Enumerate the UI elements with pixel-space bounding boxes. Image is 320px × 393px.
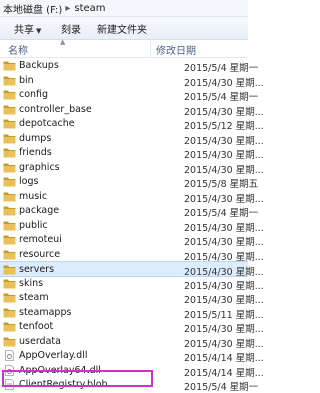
file-name: userdata	[19, 335, 61, 347]
file-name: music	[19, 190, 48, 202]
file-name: steam	[19, 292, 49, 303]
breadcrumb-folder[interactable]: steam	[74, 3, 105, 14]
column-divider[interactable]	[150, 40, 151, 57]
file-name: config	[19, 89, 49, 100]
file-name: controller_base	[19, 103, 92, 115]
folder-icon	[3, 119, 16, 129]
file-name: servers	[19, 264, 55, 275]
file-name: bin	[19, 74, 34, 86]
column-headers: ▲ 名称 修改日期	[0, 38, 248, 58]
annotation-highlight-box	[2, 370, 153, 387]
file-name: package	[19, 205, 60, 216]
address-bar[interactable]: 本地磁盘 (F:) ▸ steam	[0, 0, 248, 17]
file-name: skins	[19, 277, 44, 289]
file-name: tenfoot	[19, 321, 54, 332]
folder-icon	[3, 322, 16, 332]
file-name: remoteui	[19, 234, 62, 245]
breadcrumb-drive[interactable]: 本地磁盘 (F:)	[3, 1, 62, 16]
folder-icon	[3, 206, 16, 216]
folder-icon	[3, 235, 16, 245]
folder-icon	[3, 250, 16, 259]
command-bar: 共享 ▼ 刻录 新建文件夹	[0, 17, 248, 40]
folder-icon	[3, 105, 16, 114]
file-name: resource	[19, 248, 61, 260]
folder-icon	[3, 293, 16, 303]
folder-icon	[3, 148, 16, 158]
new-folder-button[interactable]: 新建文件夹	[97, 21, 147, 36]
folder-icon	[3, 308, 16, 317]
column-header-name[interactable]: 名称	[8, 42, 28, 57]
file-name: Backups	[19, 60, 59, 71]
chevron-down-icon: ▼	[36, 26, 42, 35]
burn-button[interactable]: 刻录	[61, 21, 81, 36]
folder-icon	[3, 221, 16, 230]
folder-icon	[3, 177, 16, 187]
file-name: steamapps	[19, 306, 72, 318]
sort-ascending-icon: ▲	[60, 38, 66, 46]
file-name: AppOverlay.dll	[19, 350, 88, 361]
folder-icon	[3, 134, 16, 143]
file-name: dumps	[19, 132, 52, 144]
folder-icon	[3, 192, 16, 201]
breadcrumb-separator-icon: ▸	[65, 2, 71, 14]
folder-icon	[3, 279, 16, 288]
file-name: public	[19, 219, 48, 231]
dll-file-icon	[5, 350, 14, 361]
file-name: friends	[19, 147, 52, 158]
folder-icon	[3, 90, 16, 100]
file-name: depotcache	[19, 118, 75, 129]
explorer-window: 本地磁盘 (F:) ▸ steam 共享 ▼ 刻录 新建文件夹 ▲ 名称 修改日期…	[0, 0, 264, 393]
folder-icon	[3, 265, 16, 275]
folder-icon	[3, 76, 16, 85]
share-label: 共享	[14, 24, 34, 36]
file-name: logs	[19, 176, 39, 187]
folder-icon	[3, 337, 16, 346]
folder-icon	[3, 163, 16, 172]
folder-icon	[3, 61, 16, 71]
file-name: graphics	[19, 161, 60, 173]
share-button[interactable]: 共享 ▼	[14, 21, 41, 36]
column-header-date[interactable]: 修改日期	[156, 42, 196, 57]
